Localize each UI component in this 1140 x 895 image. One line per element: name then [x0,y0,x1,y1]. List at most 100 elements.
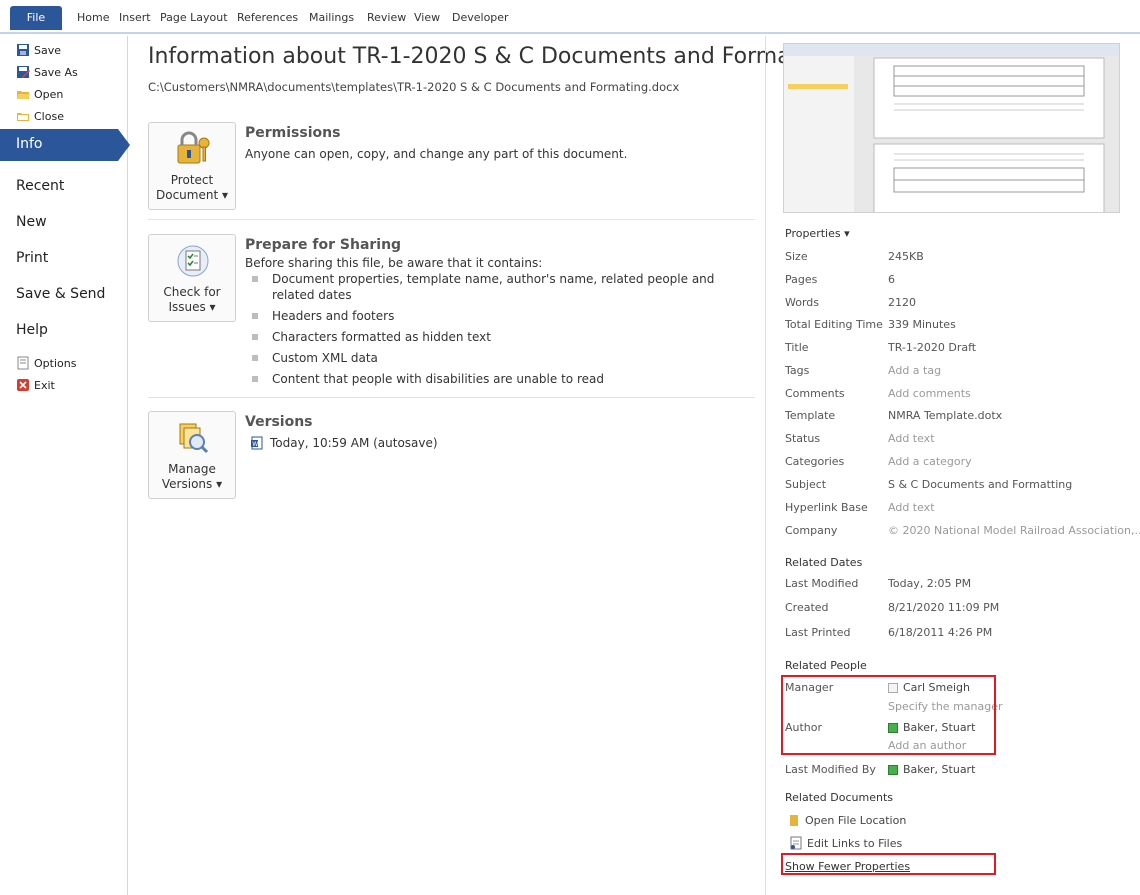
tab-developer[interactable]: Developer [452,11,509,24]
prop-hyperlink-base-field[interactable]: Add text [888,501,935,514]
prop-title-field[interactable]: TR-1-2020 Draft [888,341,976,354]
prop-key: Company [785,524,838,537]
version-entry[interactable]: W Today, 10:59 AM (autosave) [250,436,438,450]
options-icon [17,356,29,370]
word-backstage-info: File Home Insert Page Layout References … [0,0,1140,895]
tab-file[interactable]: File [10,6,62,30]
related-dates-header: Related Dates [785,556,863,569]
folder-icon [790,815,798,826]
document-thumbnail[interactable] [783,43,1120,213]
nav-new[interactable]: New [16,214,47,230]
highlight-box-show-fewer [781,853,996,875]
check-for-issues-button[interactable]: Check for Issues ▾ [148,234,236,322]
nav-save-send[interactable]: Save & Send [16,286,105,302]
prop-key: Size [785,250,808,263]
section-divider [148,219,755,220]
prop-categories-field[interactable]: Add a category [888,455,972,468]
manage-versions-button[interactable]: Manage Versions ▾ [148,411,236,499]
last-modified-by-entry[interactable]: Baker, Stuart [888,763,975,776]
prop-key: Pages [785,273,818,286]
nav-save[interactable]: Save [16,40,61,60]
lock-key-icon [177,131,210,164]
prop-editing-time: 339 Minutes [888,318,956,331]
prop-key: Words [785,296,820,309]
prop-key: Tags [785,364,810,377]
prop-key: Last Modified By [785,763,876,776]
svg-text:W: W [252,441,258,448]
nav-close[interactable]: Close [16,106,64,126]
tab-page-layout[interactable]: Page Layout [160,11,228,24]
prop-key: Template [785,409,836,422]
related-people-header: Related People [785,659,867,672]
tab-references[interactable]: References [237,11,298,24]
prop-company-field[interactable]: © 2020 National Model Railroad Associati… [888,524,1140,537]
nav-info-arrow [118,129,130,161]
prop-key: Last Modified [785,577,859,590]
tab-insert[interactable]: Insert [119,11,151,24]
tab-home[interactable]: Home [77,11,109,24]
prop-key: Categories [785,455,845,468]
save-as-icon [17,66,30,78]
prop-words: 2120 [888,296,916,309]
prepare-issue-list: Document properties, template name, auth… [250,271,755,392]
manage-versions-icon [179,423,209,454]
highlight-box-people [781,675,996,755]
prop-status-field[interactable]: Add text [888,432,935,445]
nav-open[interactable]: Open [16,84,63,104]
ribbon-tabs: File Home Insert Page Layout References … [0,0,1140,34]
last-modified-date: Today, 2:05 PM [888,577,972,590]
prop-key: Hyperlink Base [785,501,868,514]
prop-size: 245KB [888,250,924,263]
prop-comments-field[interactable]: Add comments [888,387,971,400]
prop-key: Subject [785,478,827,491]
tab-view[interactable]: View [414,11,440,24]
thumbnail-preview [784,44,1119,212]
backstage-nav: Save Save As Open Close Info Recent New … [0,36,130,895]
nav-help[interactable]: Help [16,322,48,338]
created-date: 8/21/2020 11:09 PM [888,601,1000,614]
edit-links-icon [790,836,802,850]
nav-save-as[interactable]: Save As [16,62,78,82]
prepare-title: Prepare for Sharing [245,237,402,253]
folder-close-icon [17,113,29,121]
document-title: Information about TR-1-2020 S & C Docume… [148,44,812,69]
folder-open-icon [17,91,30,99]
last-printed-date: 6/18/2011 4:26 PM [888,626,993,639]
prop-template: NMRA Template.dotx [888,409,1003,422]
list-item: Headers and footers [250,308,755,324]
protect-document-button[interactable]: Protect Document ▾ [148,122,236,210]
prepare-text: Before sharing this file, be aware that … [245,256,543,270]
tab-review[interactable]: Review [367,11,406,24]
section-divider [148,397,755,398]
list-item: Document properties, template name, auth… [250,271,755,303]
list-item: Custom XML data [250,350,755,366]
nav-exit[interactable]: Exit [16,375,55,395]
prop-tags-field[interactable]: Add a tag [888,364,941,377]
prop-key: Total Editing Time [785,318,883,331]
nav-options[interactable]: Options [16,353,76,373]
nav-print[interactable]: Print [16,250,48,266]
list-item: Content that people with disabilities ar… [250,371,755,387]
prop-subject-field[interactable]: S & C Documents and Formatting [888,478,1072,491]
nav-info[interactable]: Info [0,129,118,161]
prop-key: Status [785,432,821,445]
open-file-location-link[interactable]: Open File Location [789,813,906,827]
document-path: C:\Customers\NMRA\documents\templates\TR… [148,80,680,94]
checklist-icon [177,245,209,277]
properties-dropdown[interactable]: Properties ▾ [785,227,850,240]
permissions-text: Anyone can open, copy, and change any pa… [245,147,628,161]
prop-key: Comments [785,387,845,400]
nav-recent[interactable]: Recent [16,178,64,194]
prop-key: Title [785,341,809,354]
save-icon [17,44,29,56]
versions-title: Versions [245,414,313,430]
related-documents-header: Related Documents [785,791,893,804]
word-doc-icon: W [251,436,263,450]
prop-key: Last Printed [785,626,851,639]
edit-links-link[interactable]: Edit Links to Files [789,836,902,850]
prop-pages: 6 [888,273,895,286]
permissions-title: Permissions [245,125,341,141]
prop-key: Created [785,601,829,614]
tab-mailings[interactable]: Mailings [309,11,354,24]
list-item: Characters formatted as hidden text [250,329,755,345]
